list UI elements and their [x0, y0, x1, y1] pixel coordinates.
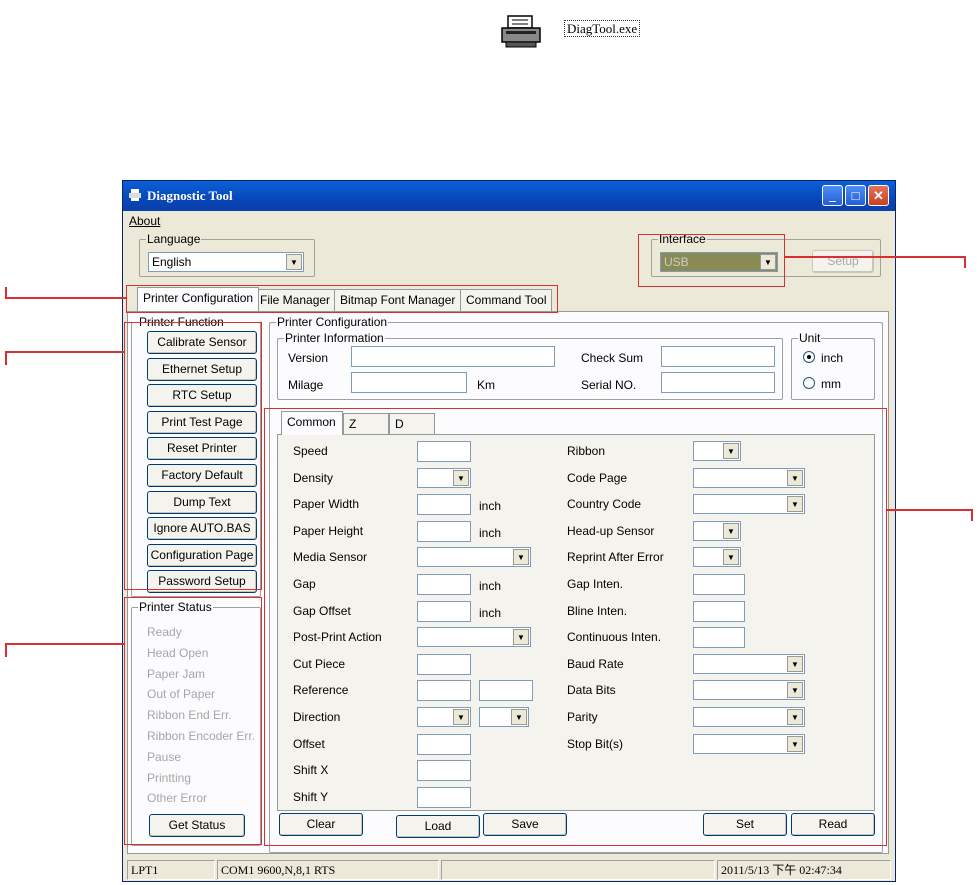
checksum-field[interactable] [661, 346, 775, 367]
statusbar-datetime: 2011/5/13 下午 02:47:34 [717, 860, 891, 880]
status-bar: LPT1 COM1 9600,N,8,1 RTS 2011/5/13 下午 02… [123, 858, 895, 882]
close-button[interactable]: ✕ [868, 185, 889, 206]
annotation-box-status [124, 597, 262, 845]
chevron-down-icon[interactable]: ▼ [286, 254, 302, 270]
annotation-box-interface [638, 234, 785, 287]
menu-about[interactable]: About [129, 214, 160, 228]
subtab-common[interactable]: Common [281, 411, 343, 435]
printer-configuration-label: Printer Configuration [276, 315, 389, 329]
annotation-line [5, 643, 124, 645]
unit-inch-radio[interactable] [803, 351, 815, 363]
annotation-line [5, 287, 7, 297]
unit-mm-radio[interactable] [803, 377, 815, 389]
annotation-line [5, 351, 7, 365]
language-select[interactable]: English ▼ [148, 252, 304, 272]
title-bar[interactable]: Diagnostic Tool _ □ ✕ [123, 181, 895, 211]
window-title: Diagnostic Tool [147, 188, 233, 203]
milage-field[interactable] [351, 372, 467, 393]
km-label: Km [477, 378, 495, 392]
minimize-button[interactable]: _ [822, 185, 843, 206]
annotation-line [5, 297, 126, 299]
annotation-box-common [264, 408, 887, 846]
annotation-line [887, 509, 972, 511]
version-field[interactable] [351, 346, 555, 367]
language-value: English [152, 255, 192, 269]
annotation-line [5, 643, 7, 657]
serial-label: Serial NO. [581, 378, 637, 392]
language-label: Language [146, 232, 202, 246]
setup-button[interactable]: Setup [812, 250, 874, 273]
annotation-line [785, 256, 965, 258]
version-label: Version [288, 351, 329, 365]
unit-inch-label: inch [821, 351, 844, 365]
statusbar-com: COM1 9600,N,8,1 RTS [217, 860, 439, 880]
tab-printer-configuration[interactable]: Printer Configuration [137, 287, 260, 311]
annotation-line [971, 509, 973, 521]
milage-label: Milage [288, 378, 324, 392]
printer-icon[interactable] [500, 14, 544, 48]
language-group: Language English ▼ [139, 232, 315, 277]
printer-information-label: Printer Information [284, 331, 385, 345]
unit-mm-label: mm [821, 377, 841, 391]
annotation-line [5, 351, 124, 353]
annotation-box-function [124, 322, 262, 590]
annotation-line [964, 256, 966, 268]
maximize-button[interactable]: □ [845, 185, 866, 206]
checksum-label: Check Sum [581, 351, 644, 365]
unit-label: Unit [798, 331, 822, 345]
printer-icon [129, 189, 141, 201]
serial-field[interactable] [661, 372, 775, 393]
desktop-icon-label[interactable]: DiagTool.exe [564, 20, 641, 37]
statusbar-port: LPT1 [127, 860, 215, 880]
menu-about-label: About [129, 214, 161, 228]
statusbar-middle [441, 860, 715, 880]
